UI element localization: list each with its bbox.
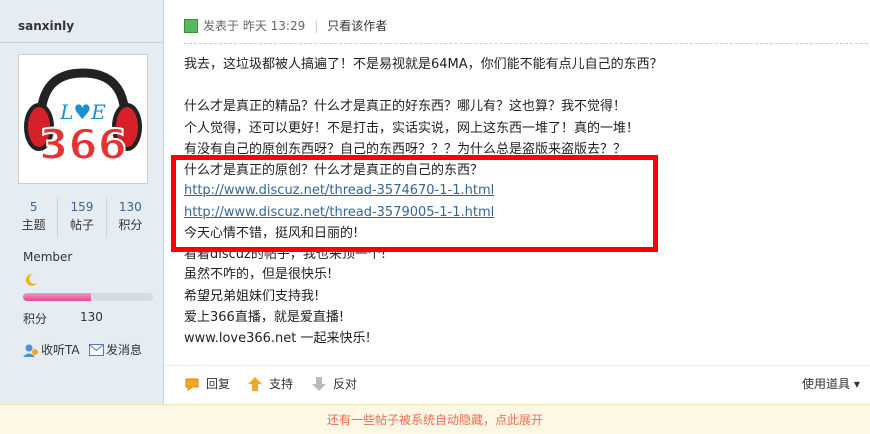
post-text-line: 我去，这垃圾都被人搞遍了！不是易视就是64MA，你们能不能有点儿自己的东西？ [184,57,663,72]
support-button[interactable]: 支持 [247,375,293,392]
post-text-line: 有没有自己的原创东西呀？自己的东西呀？？？为什么总是盗版来盗版去？？ [184,142,627,157]
author-sidebar: sanxinly L♥E 366 5 主题 159 帖子 130 积分 Memb… [0,0,164,404]
stat-value: 130 [118,200,142,214]
stat-label: 积分 [118,218,143,232]
level-progress-bar [23,293,153,301]
message-label: 发消息 [106,343,143,357]
stat-value: 5 [29,200,38,214]
avatar[interactable]: L♥E 366 [18,54,148,184]
thumbs-up-arrow-icon [248,376,262,391]
reply-label: 回复 [206,377,231,391]
post-text-line: 希望兄弟姐妹们支持我! [184,289,320,304]
post-footer-divider [164,365,870,366]
support-label: 支持 [269,377,294,391]
post-text-line: 个人觉得，还可以更好！不是打击，实话实说，网上这东西一堆了！真的一堆！ [184,121,640,136]
post-text-line: 今天心情不错，挺风和日丽的! [184,226,359,241]
hidden-posts-notice[interactable]: 还有一些帖子被系统自动隐藏，点此展开 [0,404,870,434]
post-text-line: 爱上366直播，就是爱直播! [184,310,345,325]
post-text-line: 虽然不咋的，但是很快乐! [184,267,333,282]
send-message-button[interactable]: 发消息 [89,341,142,358]
user-group[interactable]: Member [23,250,72,264]
follow-label: 收听TA [41,343,80,357]
author-stats: 5 主题 159 帖子 130 积分 [10,198,154,238]
credit-label: 积分 [23,312,48,326]
oppose-button[interactable]: 反对 [311,375,357,392]
online-status-icon [184,18,198,33]
chevron-down-icon: ▾ [853,377,860,391]
author-only-link[interactable]: 只看该作者 [327,17,387,34]
reply-icon [185,378,199,391]
stat-topics[interactable]: 5 主题 [10,198,57,238]
stat-value: 159 [70,200,94,214]
thumbs-down-arrow-icon [312,376,326,391]
reply-button[interactable]: 回复 [184,375,230,392]
post-text-line: 什么才是真正的精品？什么才是真正的好东西？哪儿有？这也算？我不觉得！ [184,99,627,114]
thread-link[interactable]: http://www.discuz.net/thread-3574670-1-1… [184,181,494,201]
avatar-text: 366 [39,120,127,169]
post-header-divider [184,43,868,44]
moon-icon [25,273,37,286]
envelope-icon [89,343,104,356]
stat-credits[interactable]: 130 积分 [105,198,154,238]
posted-label: 发表于 [203,19,240,33]
oppose-label: 反对 [333,377,358,391]
post-text-line: 看着discuz的帖子，我也来顶一个! [184,247,387,262]
credit-value: 130 [80,310,103,324]
stat-label: 帖子 [69,218,94,232]
stat-label: 主题 [21,218,46,232]
tools-label: 使用道具 [802,377,851,391]
follow-icon [23,344,38,357]
post-meta: 发表于 昨天 13:29 | 只看该作者 [184,17,387,34]
avatar-logo-image: L♥E 366 [24,68,142,170]
level-progress-fill [23,293,91,301]
thread-link[interactable]: http://www.discuz.net/thread-3579005-1-1… [184,203,494,223]
use-tools-menu[interactable]: 使用道具 ▾ [802,375,860,392]
stat-posts[interactable]: 159 帖子 [57,198,105,238]
follow-button[interactable]: 收听TA [23,341,80,358]
author-username[interactable]: sanxinly [18,19,74,33]
post-text-line: 什么才是真正的原创？什么才是真正的自己的东西？ [184,163,484,178]
posted-time: 昨天 13:29 [242,19,306,33]
sidebar-divider [0,42,164,43]
post-text-line: www.love366.net 一起来快乐! [184,331,371,346]
meta-divider: | [314,18,319,33]
